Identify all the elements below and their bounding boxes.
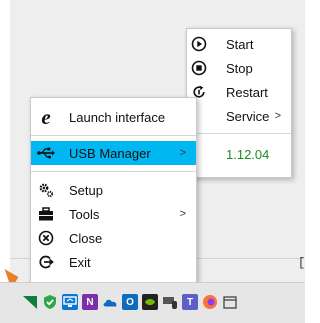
menu-item-restart-label: Restart [226, 84, 268, 100]
menu-item-stop[interactable]: Stop [187, 56, 291, 80]
menu-separator [187, 133, 291, 134]
toolbox-icon [36, 207, 56, 221]
teams-icon[interactable]: T [182, 294, 198, 310]
menu-item-start[interactable]: Start [187, 32, 291, 56]
exit-icon [36, 254, 56, 270]
stop-circle-icon [189, 60, 209, 76]
partial-tray-icon[interactable] [222, 294, 238, 310]
usb-icon [36, 147, 56, 159]
onenote-icon[interactable]: N [82, 294, 98, 310]
menu-separator [31, 171, 196, 172]
play-circle-icon [189, 36, 209, 52]
onedrive-icon[interactable] [102, 294, 118, 310]
menu-item-restart[interactable]: Restart [187, 80, 291, 104]
menu-item-stop-label: Stop [226, 60, 253, 76]
version-item: 1.12.04 [187, 142, 291, 166]
menu-item-close[interactable]: Close [31, 226, 196, 250]
menu-item-launch-interface[interactable]: e Launch interface [31, 105, 196, 129]
menu-item-launch-label: Launch interface [69, 109, 166, 125]
shield-check-icon[interactable] [42, 294, 58, 310]
menu-item-setup[interactable]: Setup [31, 178, 196, 202]
nvidia-icon[interactable] [142, 294, 158, 310]
menu-separator [31, 135, 196, 136]
mouse-keyboard-icon[interactable] [162, 294, 178, 310]
remote-desktop-icon[interactable] [62, 294, 78, 310]
menu-item-service[interactable]: Service > [187, 104, 291, 128]
menu-item-tools[interactable]: Tools > [31, 202, 196, 226]
menu-item-tools-label: Tools [69, 206, 100, 222]
gears-icon [36, 182, 56, 198]
service-submenu: Start Stop Restart Service > 1.12.04 [186, 28, 292, 178]
background-bracket-text: [ [298, 256, 306, 270]
ie-logo-icon: e [41, 104, 51, 129]
chevron-right-icon: > [274, 110, 281, 122]
menu-item-usb-manager-label: USB Manager [69, 145, 151, 161]
outlook-icon[interactable]: O [122, 294, 138, 310]
menu-item-exit[interactable]: Exit [31, 250, 196, 274]
menu-item-exit-label: Exit [69, 254, 91, 270]
system-tray: N O T [0, 282, 305, 323]
tray-context-menu: e Launch interface USB Manager > Setup T… [30, 97, 197, 287]
chevron-right-icon: > [179, 147, 186, 159]
menu-item-setup-label: Setup [69, 182, 103, 198]
version-label: 1.12.04 [226, 146, 270, 162]
menu-item-usb-manager[interactable]: USB Manager > [31, 141, 196, 165]
triangle-green-icon[interactable] [22, 294, 38, 310]
menu-item-close-label: Close [69, 230, 103, 246]
chevron-right-icon: > [179, 208, 186, 220]
firefox-icon[interactable] [202, 294, 218, 310]
menu-item-start-label: Start [226, 36, 254, 52]
menu-item-service-label: Service [226, 108, 270, 124]
close-circle-icon [36, 230, 56, 246]
